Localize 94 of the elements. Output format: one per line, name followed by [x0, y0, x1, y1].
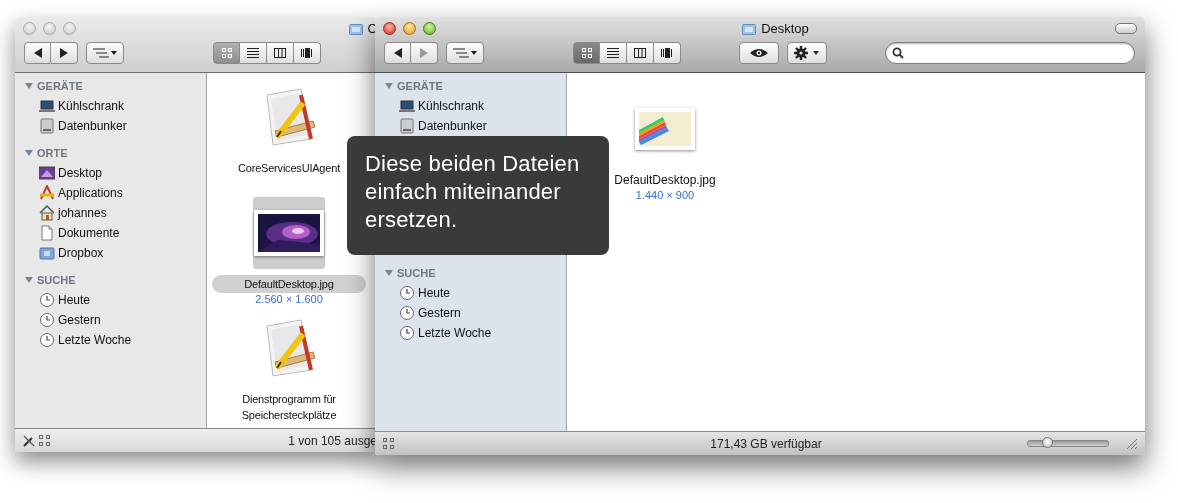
section-heading: SUCHE: [397, 267, 436, 279]
grid-icon: [39, 434, 51, 447]
column-view-button[interactable]: [627, 42, 654, 64]
disclosure-triangle-icon[interactable]: [25, 149, 33, 157]
disclosure-triangle-icon[interactable]: [25, 276, 33, 284]
zoom-slider[interactable]: [1027, 440, 1109, 447]
clock-icon: [39, 312, 55, 328]
back-button[interactable]: [24, 42, 51, 64]
search-field[interactable]: [885, 42, 1135, 64]
disclosure-triangle-icon[interactable]: [385, 269, 393, 277]
disclosure-triangle-icon[interactable]: [385, 82, 393, 90]
eye-icon: [750, 48, 768, 58]
disclosure-triangle-icon[interactable]: [25, 82, 33, 90]
list-view-button[interactable]: [240, 42, 267, 64]
sidebar-item[interactable]: Desktop: [15, 163, 206, 183]
left-triangle-icon: [33, 48, 42, 58]
columns-icon: [274, 47, 286, 59]
section-heading: GERÄTE: [397, 80, 443, 92]
tooltip: Diese beiden Dateien einfach miteinander ersetzen.: [347, 136, 609, 255]
grid-icon: [580, 47, 593, 59]
close-button[interactable]: [383, 22, 396, 35]
folder-icon: [348, 22, 363, 35]
list-icon: [607, 47, 619, 59]
clock-icon: [399, 325, 415, 341]
arrange-icon: [453, 48, 477, 58]
house-icon: [39, 205, 55, 221]
cover-flow-icon: [661, 47, 673, 59]
search-icon: [892, 47, 904, 59]
status-text: 171,43 GB verfügbar: [709, 436, 823, 451]
toolbar-toggle-button[interactable]: [1115, 23, 1137, 34]
cover-flow-button[interactable]: [654, 42, 681, 64]
laptop-icon: [39, 98, 55, 114]
list-icon: [247, 47, 259, 59]
pencil-icon: [23, 434, 35, 447]
column-view-button[interactable]: [267, 42, 294, 64]
gear-icon: [794, 46, 820, 60]
image-dimensions: 2.560 × 1.600: [255, 292, 323, 306]
sidebar-item[interactable]: Datenbunker: [15, 116, 206, 136]
icon-view-button[interactable]: [573, 42, 600, 64]
grid-icon: [383, 437, 395, 450]
sidebar-item[interactable]: Heute: [15, 290, 206, 310]
status-text: 1 von 105 ausge: [287, 433, 377, 448]
folder-icon: [39, 245, 55, 261]
sidebar-item[interactable]: Gestern: [15, 310, 206, 330]
thumbnail[interactable]: [254, 209, 324, 256]
sidebar-item[interactable]: Kühlschrank: [15, 96, 206, 116]
thumbnail[interactable]: [635, 108, 695, 150]
arrange-icon: [93, 48, 117, 58]
quick-look-button[interactable]: [739, 42, 779, 64]
arrange-button[interactable]: [446, 42, 484, 64]
clock-icon: [39, 332, 55, 348]
pencil-ruler-icon: [39, 185, 55, 201]
sidebar-item[interactable]: Dokumente: [15, 223, 206, 243]
section-heading: ORTE: [37, 147, 68, 159]
forward-button[interactable]: [51, 42, 78, 64]
sidebar-item[interactable]: Gestern: [375, 303, 566, 323]
right-triangle-icon: [420, 48, 428, 58]
drive-icon: [39, 118, 55, 134]
document-icon: [39, 225, 55, 241]
clock-icon: [39, 292, 55, 308]
sidebar-item[interactable]: Letzte Woche: [15, 330, 206, 350]
zoom-button[interactable]: [423, 22, 436, 35]
list-view-button[interactable]: [600, 42, 627, 64]
minimize-button[interactable]: [403, 22, 416, 35]
cover-flow-icon: [301, 47, 313, 59]
grid-icon: [220, 47, 233, 59]
sidebar-item[interactable]: Datenbunker: [375, 116, 566, 136]
sidebar-item[interactable]: Kühlschrank: [375, 96, 566, 116]
laptop-icon: [399, 98, 415, 114]
sidebar-item[interactable]: Dropbox: [15, 243, 206, 263]
back-button[interactable]: [384, 42, 411, 64]
section-heading: GERÄTE: [37, 80, 83, 92]
left-triangle-icon: [393, 48, 402, 58]
image-dimensions: 1.440 × 900: [635, 189, 695, 202]
cover-flow-button[interactable]: [294, 42, 321, 64]
action-button[interactable]: [787, 42, 827, 64]
window-title: Desktop: [761, 21, 809, 36]
desktop-icon: [39, 165, 55, 181]
sidebar-item[interactable]: johannes: [15, 203, 206, 223]
sidebar-item[interactable]: Letzte Woche: [375, 323, 566, 343]
sidebar-item[interactable]: Applications: [15, 183, 206, 203]
clock-icon: [399, 285, 415, 301]
file-name[interactable]: Dienstprogramm für Speichersteckplätze: [212, 390, 366, 425]
right-triangle-icon: [60, 48, 68, 58]
slider-thumb[interactable]: [1042, 437, 1053, 448]
arrange-button[interactable]: [86, 42, 124, 64]
sidebar-item[interactable]: Heute: [375, 283, 566, 303]
folder-icon: [742, 22, 757, 35]
drive-icon: [399, 118, 415, 134]
columns-icon: [634, 47, 646, 59]
resize-grip-icon: [1127, 438, 1137, 449]
file-name[interactable]: DefaultDesktop.jpg: [212, 274, 366, 293]
section-heading: SUCHE: [37, 274, 76, 286]
clock-icon: [399, 305, 415, 321]
